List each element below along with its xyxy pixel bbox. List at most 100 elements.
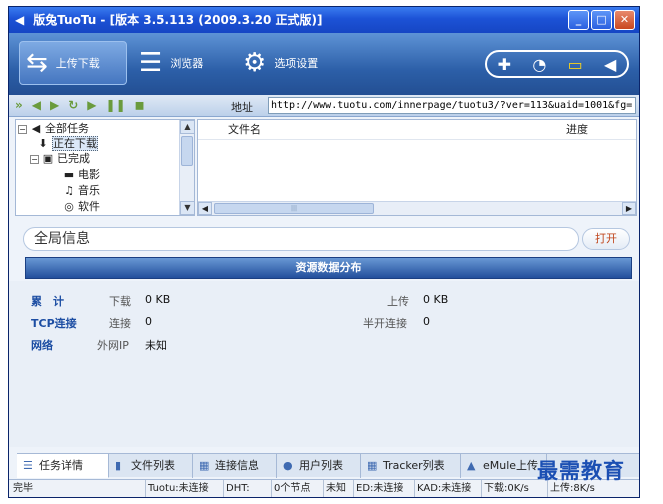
- close-button[interactable]: ✕: [614, 10, 635, 30]
- halfopen-value: 0: [423, 315, 430, 328]
- scroll-up-icon[interactable]: ▲: [180, 120, 194, 134]
- gear-icon: ⚙: [243, 48, 267, 78]
- transfer-icon: ⇆: [26, 48, 48, 78]
- tree-item-label: 正在下载: [52, 136, 98, 151]
- column-progress[interactable]: 进度: [566, 120, 588, 140]
- download-speed: 下载:0K/s: [481, 480, 531, 497]
- tree-item-downloading[interactable]: ⬇ 正在下载: [36, 136, 98, 151]
- window-title: 版兔TuoTu - [版本 3.5.113 (2009.3.20 正式版)]: [33, 13, 323, 27]
- address-label: 地址: [231, 101, 253, 114]
- tcp-category: TCP连接: [31, 317, 77, 330]
- tab-emule-upload[interactable]: ▲ eMule上传: [461, 454, 547, 478]
- scroll-thumb[interactable]: [181, 136, 193, 166]
- main-window: ◀ 版兔TuoTu - [版本 3.5.113 (2009.3.20 正式版)]…: [8, 6, 640, 498]
- navigation-bar: » ◀ ▶ ↻ ▶ ❚❚ ◼ 地址 http://www.tuotu.com/i…: [9, 95, 639, 117]
- tree-item-label: 全部任务: [45, 122, 89, 135]
- resource-distribution-header: 资源数据分布: [25, 257, 632, 279]
- tree-item-label: 电影: [78, 168, 100, 181]
- tree-item-music[interactable]: ♫ 音乐: [62, 184, 100, 198]
- tree-item-movies[interactable]: ▬ 电影: [62, 168, 100, 182]
- status-text: 完毕: [13, 483, 33, 494]
- watermark-text: 最需教育: [537, 458, 625, 483]
- music-icon: ♫: [64, 184, 74, 197]
- stop-icon[interactable]: ◼: [135, 98, 145, 112]
- details-icon: ☰: [23, 459, 33, 472]
- minimize-button[interactable]: _: [568, 10, 589, 30]
- halfopen-label: 半开连接: [363, 317, 407, 330]
- main-toolbar: ⇆ 上传下载 ☰ 浏览器 ⚙ 选项设置 ✚ ◔ ▭ ◀: [9, 33, 639, 95]
- software-icon: ◎: [64, 200, 74, 213]
- connection-icon: ▦: [199, 459, 210, 472]
- collapse-icon[interactable]: −: [30, 154, 39, 164]
- tab-label: 连接信息: [215, 459, 259, 472]
- title-bar: ◀ 版兔TuoTu - [版本 3.5.113 (2009.3.20 正式版)]…: [9, 7, 639, 33]
- wanip-value: 未知: [145, 339, 167, 352]
- list-header: 文件名 进度: [198, 120, 636, 140]
- tasks-icon: ◀: [31, 122, 41, 135]
- quick-action-group: ✚ ◔ ▭ ◀: [485, 50, 629, 78]
- tab-label: 文件列表: [131, 459, 175, 472]
- tree-item-software[interactable]: ◎ 软件: [62, 200, 100, 214]
- tab-tracker-list[interactable]: ▦ Tracker列表: [361, 454, 461, 478]
- dht-nodes: 0个节点: [271, 480, 312, 497]
- address-input[interactable]: http://www.tuotu.com/innerpage/tuotu3/?v…: [268, 97, 636, 114]
- stats-panel: 累 计 下载 0 KB 上传 0 KB TCP连接 连接 0 半开连接 0 网络…: [9, 281, 639, 447]
- tree-item-label: 软件: [78, 200, 100, 213]
- upload-download-button[interactable]: ⇆ 上传下载: [19, 41, 127, 85]
- tree-item-all-tasks[interactable]: − ◀ 全部任务: [18, 122, 89, 136]
- connect-value: 0: [145, 315, 152, 328]
- collapse-icon[interactable]: −: [18, 124, 27, 134]
- tree-item-completed[interactable]: − ▣ 已完成: [30, 152, 90, 166]
- tree-item-label: 已完成: [57, 152, 90, 165]
- tab-label: 用户列表: [299, 459, 343, 472]
- network-category: 网络: [31, 339, 53, 352]
- minimize-tray-icon[interactable]: ▭: [568, 55, 583, 74]
- tab-user-list[interactable]: ● 用户列表: [277, 454, 361, 478]
- tab-connection-info[interactable]: ▦ 连接信息: [193, 454, 277, 478]
- tab-task-details[interactable]: ☰ 任务详情: [17, 454, 109, 478]
- go-icon[interactable]: »: [15, 98, 23, 112]
- app-logo-icon: ◀: [15, 13, 25, 27]
- settings-button[interactable]: ⚙ 选项设置: [243, 41, 318, 85]
- list-hscrollbar[interactable]: ◀ ||| ▶: [198, 201, 636, 215]
- tuotu-status: Tuotu:未连接: [145, 480, 211, 497]
- task-list: 文件名 进度 ◀ ||| ▶: [197, 119, 637, 216]
- browser-button[interactable]: ☰ 浏览器: [139, 41, 203, 85]
- column-filename[interactable]: 文件名: [228, 120, 261, 140]
- scroll-left-icon[interactable]: ◀: [198, 202, 212, 215]
- tree-scrollbar[interactable]: ▲ ▼: [179, 120, 194, 215]
- upload-download-label: 上传下载: [55, 57, 100, 70]
- add-task-icon[interactable]: ✚: [498, 55, 511, 74]
- scroll-right-icon[interactable]: ▶: [622, 202, 636, 215]
- timer-icon[interactable]: ◔: [532, 55, 546, 74]
- wanip-label: 外网IP: [97, 339, 129, 352]
- file-icon: ▮: [115, 459, 122, 472]
- global-info-bar: 全局信息: [23, 227, 579, 251]
- refresh-icon[interactable]: ↻: [68, 98, 78, 112]
- completed-icon: ▣: [42, 152, 54, 165]
- tab-file-list[interactable]: ▮ 文件列表: [109, 454, 193, 478]
- upload-arrow-icon: ▲: [467, 459, 476, 472]
- tracker-icon: ▦: [367, 459, 378, 472]
- play-icon[interactable]: ▶: [87, 98, 96, 112]
- kad-status: KAD:未连接: [414, 480, 473, 497]
- open-button[interactable]: 打开: [582, 228, 630, 250]
- maximize-button[interactable]: □: [591, 10, 612, 30]
- share-icon[interactable]: ◀: [604, 55, 616, 74]
- back-icon[interactable]: ◀: [32, 98, 41, 112]
- scroll-thumb[interactable]: |||: [214, 203, 374, 214]
- tab-label: Tracker列表: [383, 459, 445, 472]
- forward-icon[interactable]: ▶: [50, 98, 59, 112]
- tree-item-label: 音乐: [78, 184, 100, 197]
- pause-icon[interactable]: ❚❚: [106, 98, 126, 112]
- scroll-down-icon[interactable]: ▼: [180, 201, 194, 215]
- upload-label: 上传: [387, 295, 409, 308]
- browser-icon: ☰: [139, 48, 163, 78]
- tab-label: 任务详情: [39, 459, 83, 472]
- dht-status: 未知: [323, 480, 348, 497]
- download-value: 0 KB: [145, 293, 171, 306]
- download-icon: ⬇: [38, 137, 48, 150]
- tab-label: eMule上传: [483, 459, 539, 472]
- ed-status: ED:未连接: [353, 480, 405, 497]
- browser-label: 浏览器: [170, 57, 204, 70]
